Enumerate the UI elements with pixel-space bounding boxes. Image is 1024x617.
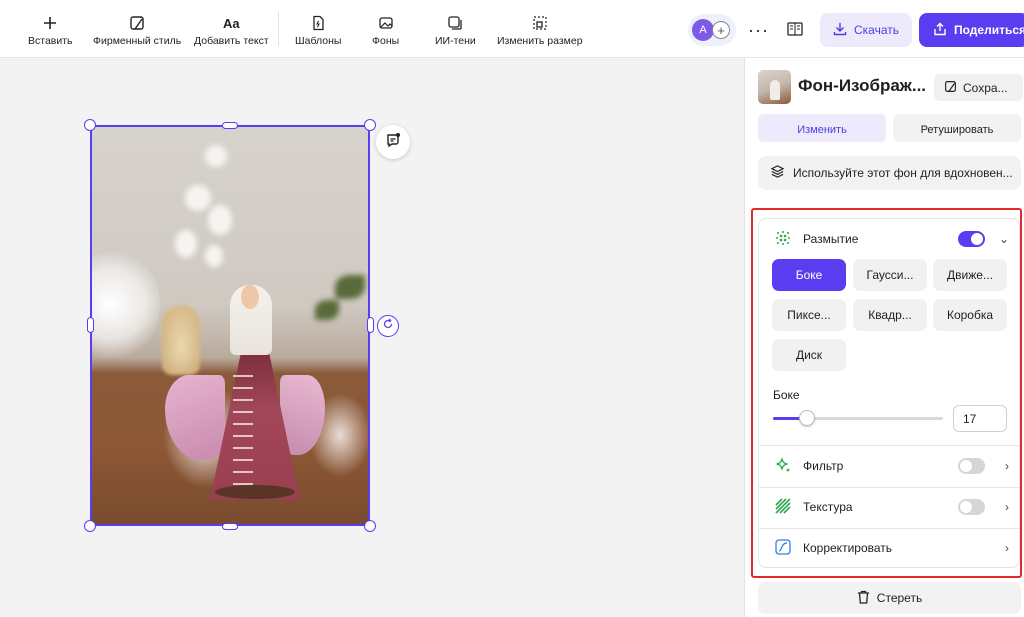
toolbar-divider <box>278 12 279 46</box>
texture-toggle[interactable] <box>958 499 985 515</box>
download-icon <box>833 22 847 39</box>
save-button[interactable]: Сохра... <box>934 74 1023 101</box>
blur-icon <box>775 230 791 249</box>
inspire-button[interactable]: Используйте этот фон для вдохновен... <box>758 156 1021 190</box>
resize-handle-top-left[interactable] <box>84 119 96 131</box>
filter-label: Фильтр <box>803 459 844 473</box>
collaborators[interactable]: A + <box>688 14 736 46</box>
blur-option-square[interactable]: Квадр... <box>853 299 927 331</box>
insert-button[interactable]: Вставить <box>28 14 73 47</box>
ai-shadows-button[interactable]: ИИ-тени <box>435 14 476 47</box>
resize-button[interactable]: Изменить размер <box>497 14 583 47</box>
edit-panel: Фон-Изображ... Сохра... Изменить Ретушир… <box>744 58 1024 617</box>
chevron-down-icon[interactable]: ⌄ <box>999 232 1009 246</box>
adjust-label: Корректировать <box>803 541 893 555</box>
texture-label: Текстура <box>803 500 853 514</box>
image-icon <box>378 14 394 32</box>
rotate-handle[interactable] <box>377 315 399 337</box>
template-icon <box>310 14 326 32</box>
panel-title: Фон-Изображ... <box>798 76 927 95</box>
filter-row[interactable]: Фильтр › <box>759 446 1019 486</box>
book-icon[interactable] <box>787 22 803 41</box>
comment-icon <box>385 132 401 153</box>
blur-option-disk[interactable]: Диск <box>772 339 846 371</box>
shadow-icon <box>447 14 463 32</box>
save-label: Сохра... <box>963 80 1008 95</box>
top-toolbar: Вставить Фирменный стиль Aa Добавить тек… <box>0 0 1024 58</box>
templates-label: Шаблоны <box>295 35 342 47</box>
ai-shadows-label: ИИ-тени <box>435 35 476 47</box>
adjust-row[interactable]: Корректировать › <box>759 528 1019 568</box>
brand-kit-icon <box>944 80 957 96</box>
resize-handle-bottom-left[interactable] <box>84 520 96 532</box>
resize-handle-top[interactable] <box>222 122 238 129</box>
brand-style-label: Фирменный стиль <box>93 35 182 47</box>
share-label: Поделиться <box>954 23 1024 37</box>
resize-handle-top-right[interactable] <box>364 119 376 131</box>
curve-icon <box>775 538 791 558</box>
image-thumbnail <box>758 70 791 104</box>
add-text-button[interactable]: Aa Добавить текст <box>194 14 269 48</box>
layers-icon <box>770 164 785 182</box>
doll-face <box>241 285 259 309</box>
download-label: Скачать <box>854 23 899 37</box>
trash-icon <box>857 590 870 607</box>
add-text-label: Добавить текст <box>194 35 269 47</box>
backgrounds-button[interactable]: Фоны <box>372 14 399 47</box>
chevron-right-icon[interactable]: › <box>1005 541 1009 555</box>
add-collaborator-icon[interactable]: + <box>712 21 730 39</box>
resize-label: Изменить размер <box>497 35 583 47</box>
blur-option-gaussian[interactable]: Гаусси... <box>853 259 927 291</box>
slider-value-input[interactable]: 17 <box>953 405 1007 432</box>
blur-toggle[interactable] <box>958 231 985 247</box>
slider-thumb[interactable] <box>799 410 815 426</box>
vase <box>162 305 200 375</box>
chevron-right-icon[interactable]: › <box>1005 459 1009 473</box>
filter-toggle[interactable] <box>958 458 985 474</box>
rotate-icon <box>382 317 394 335</box>
chevron-right-icon[interactable]: › <box>1005 500 1009 514</box>
download-button[interactable]: Скачать <box>820 13 912 47</box>
blur-option-pixel[interactable]: Пиксе... <box>772 299 846 331</box>
erase-label: Стереть <box>876 591 923 605</box>
insert-label: Вставить <box>28 35 73 47</box>
blur-header[interactable]: Размытие ⌄ <box>759 219 1019 259</box>
resize-handle-right[interactable] <box>367 317 374 333</box>
effects-card: Размытие ⌄ Боке Гаусси... Движе... Пиксе… <box>758 218 1020 568</box>
share-button[interactable]: Поделиться <box>919 13 1024 47</box>
backgrounds-label: Фоны <box>372 35 400 47</box>
sparkle-icon <box>775 457 791 476</box>
inspire-label: Используйте этот фон для вдохновен... <box>793 166 1013 180</box>
blur-option-bokeh[interactable]: Боке <box>772 259 846 291</box>
share-icon <box>933 22 947 39</box>
resize-handle-bottom[interactable] <box>222 523 238 530</box>
brand-style-button[interactable]: Фирменный стиль <box>93 14 181 47</box>
erase-button[interactable]: Стереть <box>758 582 1021 614</box>
tab-edit[interactable]: Изменить <box>758 114 886 142</box>
avatar[interactable]: A <box>692 19 714 41</box>
brand-kit-icon <box>129 14 145 32</box>
comment-button[interactable] <box>376 125 410 159</box>
texture-icon <box>775 497 791 517</box>
slider-label: Боке <box>773 388 800 402</box>
plus-icon <box>42 14 58 32</box>
text-icon: Aa <box>223 15 240 31</box>
templates-button[interactable]: Шаблоны <box>295 14 341 47</box>
blur-option-box[interactable]: Коробка <box>933 299 1007 331</box>
resize-handle-left[interactable] <box>87 317 94 333</box>
texture-row[interactable]: Текстура › <box>759 487 1019 527</box>
blur-label: Размытие <box>803 232 859 246</box>
resize-icon <box>532 14 548 32</box>
resize-handle-bottom-right[interactable] <box>364 520 376 532</box>
doll-photo[interactable] <box>90 125 370 526</box>
bokeh-slider[interactable] <box>773 410 943 426</box>
tab-retouch[interactable]: Ретушировать <box>893 114 1021 142</box>
more-options-button[interactable]: ··· <box>748 20 769 41</box>
blur-option-motion[interactable]: Движе... <box>933 259 1007 291</box>
